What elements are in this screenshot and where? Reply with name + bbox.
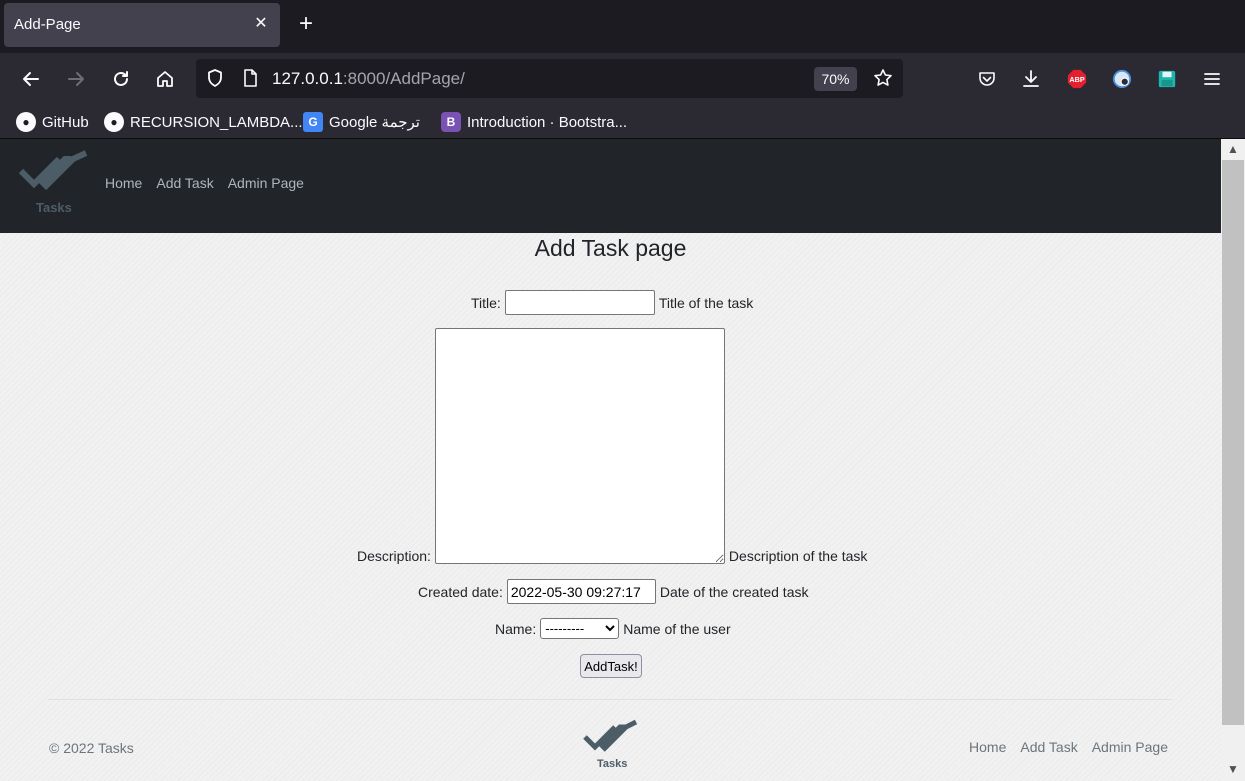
- reload-icon[interactable]: [105, 63, 137, 95]
- name-label: Name:: [495, 620, 537, 637]
- title-row: Title: Title of the task: [471, 290, 753, 315]
- footer-nav: Home Add Task Admin Page: [969, 739, 1168, 755]
- footer-nav-home[interactable]: Home: [969, 739, 1006, 755]
- navigation-toolbar: 127.0.0.1:8000/AddPage/ 70% ABP: [0, 53, 1245, 105]
- bookmark-label: Introduction · Bootstra...: [467, 113, 628, 131]
- url-text[interactable]: 127.0.0.1:8000/AddPage/: [272, 69, 465, 89]
- tab-add-page[interactable]: Add-Page ✕: [4, 3, 280, 47]
- google-translate-icon: G: [303, 112, 323, 132]
- tab-strip: Add-Page ✕ +: [0, 0, 1245, 53]
- extension-icon[interactable]: [1106, 63, 1138, 95]
- bookmark-google-translate[interactable]: G Google ترجمة: [303, 111, 420, 133]
- description-label: Description:: [357, 548, 431, 564]
- name-row: Name: --------- Name of the user: [495, 618, 731, 639]
- site-header: Tasks Home Add Task Admin Page: [0, 139, 1221, 233]
- page-icon[interactable]: [234, 62, 266, 94]
- close-icon[interactable]: ✕: [250, 13, 272, 35]
- zoom-level-badge[interactable]: 70%: [814, 67, 857, 91]
- url-bar[interactable]: 127.0.0.1:8000/AddPage/ 70%: [196, 59, 903, 98]
- github-icon: ●: [104, 112, 124, 132]
- created-date-row: Created date: Date of the created task: [418, 579, 808, 604]
- adblock-plus-icon[interactable]: ABP: [1061, 63, 1093, 95]
- footer-divider: [48, 699, 1173, 700]
- bookmark-star-icon[interactable]: [867, 62, 899, 94]
- new-tab-icon[interactable]: +: [292, 11, 320, 39]
- created-date-input[interactable]: [506, 579, 656, 604]
- download-icon[interactable]: [1015, 63, 1047, 95]
- title-input[interactable]: [504, 290, 655, 315]
- description-textarea[interactable]: [434, 328, 725, 564]
- scroll-up-icon[interactable]: ▲: [1221, 139, 1245, 159]
- scroll-thumb[interactable]: [1222, 160, 1244, 725]
- bookmark-github[interactable]: ● GitHub: [16, 111, 89, 133]
- home-icon[interactable]: [149, 63, 181, 95]
- footer-nav-add-task[interactable]: Add Task: [1020, 739, 1077, 755]
- title-help: Title of the task: [658, 294, 754, 311]
- bootstrap-icon: B: [441, 112, 461, 132]
- bookmark-label: GitHub: [42, 113, 89, 131]
- url-path: :8000/AddPage/: [342, 69, 465, 88]
- title-label: Title:: [471, 294, 501, 311]
- svg-text:ABP: ABP: [1069, 75, 1084, 84]
- page-title: Add Task page: [534, 235, 687, 261]
- back-icon[interactable]: [15, 63, 47, 95]
- shield-icon[interactable]: [199, 62, 231, 94]
- bookmark-recursion[interactable]: ● RECURSION_LAMBDA...: [104, 111, 303, 133]
- github-icon: ●: [16, 112, 36, 132]
- bookmarks-toolbar: ● GitHub ● RECURSION_LAMBDA... G Google …: [0, 105, 1245, 139]
- save-icon[interactable]: [1151, 63, 1183, 95]
- page-viewport: Tasks Home Add Task Admin Page Add Task …: [0, 139, 1221, 781]
- footer-copyright: © 2022 Tasks: [49, 740, 134, 756]
- forward-icon[interactable]: [60, 63, 92, 95]
- scroll-down-icon[interactable]: ▼: [1221, 759, 1245, 779]
- add-task-button[interactable]: AddTask!: [580, 654, 642, 678]
- created-date-label: Created date:: [418, 583, 503, 600]
- name-select[interactable]: ---------: [540, 618, 620, 639]
- page-scrollbar[interactable]: ▲ ▼: [1221, 139, 1245, 781]
- pocket-icon[interactable]: [971, 63, 1003, 95]
- bookmark-bootstrap[interactable]: B Introduction · Bootstra...: [441, 111, 627, 133]
- description-row: Description: Description of the task: [357, 328, 867, 564]
- created-date-help: Date of the created task: [659, 583, 809, 600]
- nav-add-task[interactable]: Add Task: [156, 175, 213, 191]
- footer-nav-admin-page[interactable]: Admin Page: [1092, 739, 1168, 755]
- menu-icon[interactable]: [1196, 63, 1228, 95]
- nav-home[interactable]: Home: [105, 175, 142, 191]
- description-help: Description of the task: [728, 548, 868, 564]
- bookmark-label: RECURSION_LAMBDA...: [130, 113, 303, 131]
- tab-title: Add-Page: [14, 16, 81, 33]
- browser-chrome: Add-Page ✕ + 127.0.0.1:8000/AddPage/ 70%…: [0, 0, 1245, 139]
- footer-logo-text: Tasks: [597, 758, 628, 770]
- name-help: Name of the user: [623, 620, 731, 637]
- site-nav: Home Add Task Admin Page: [105, 175, 304, 191]
- url-host: 127.0.0.1: [272, 69, 343, 88]
- nav-admin-page[interactable]: Admin Page: [228, 175, 304, 191]
- bookmark-label: Google ترجمة: [329, 114, 420, 131]
- logo-text: Tasks: [36, 200, 72, 215]
